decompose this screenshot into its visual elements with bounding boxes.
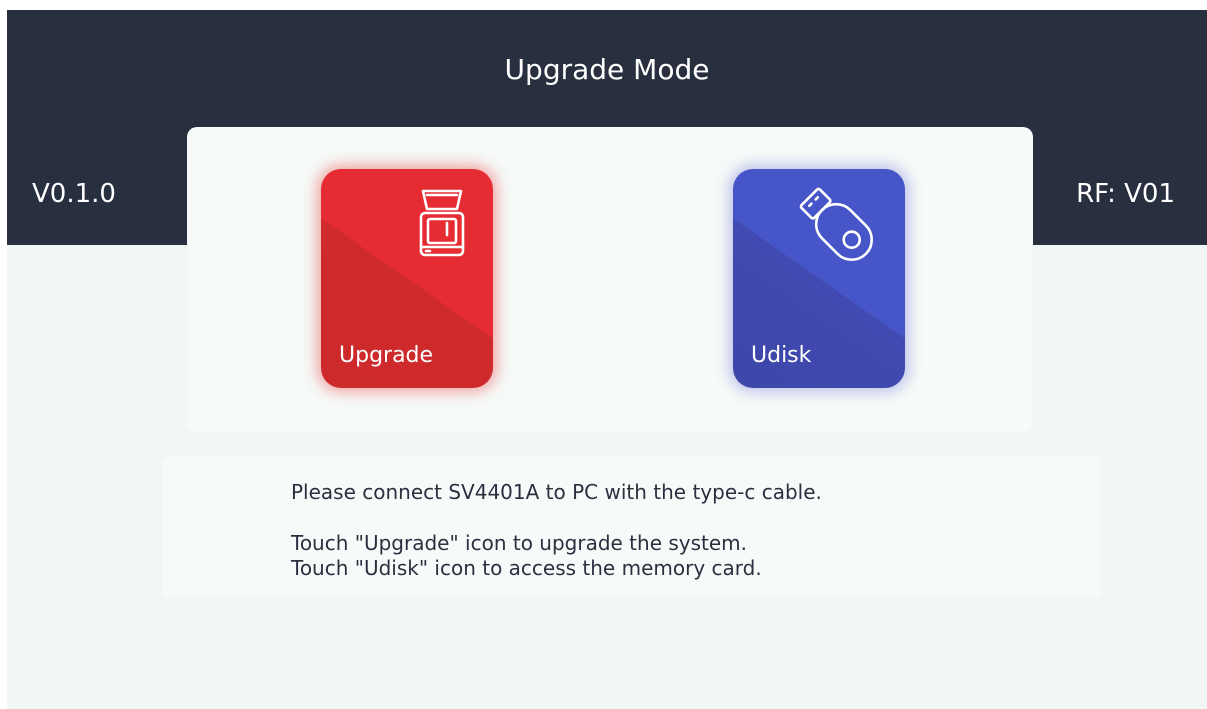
instruction-connect: Please connect SV4401A to PC with the ty… xyxy=(291,480,822,504)
instruction-upgrade: Touch "Upgrade" icon to upgrade the syst… xyxy=(291,531,748,555)
upgrade-label: Upgrade xyxy=(339,343,434,368)
rf-version: RF: V01 xyxy=(1076,179,1175,209)
usb-drive-icon xyxy=(799,187,879,271)
udisk-label: Udisk xyxy=(751,343,812,368)
upgrade-screen: Upgrade Mode V0.1.0 RF: V01 Upgrade Udis… xyxy=(7,10,1207,709)
mode-panel: Upgrade Udisk xyxy=(187,127,1033,432)
page-title: Upgrade Mode xyxy=(504,53,710,86)
firmware-version: V0.1.0 xyxy=(32,179,116,209)
udisk-button[interactable]: Udisk xyxy=(733,169,905,388)
instructions-box: Please connect SV4401A to PC with the ty… xyxy=(162,456,1101,598)
instruction-udisk: Touch "Udisk" icon to access the memory … xyxy=(291,556,762,580)
upgrade-button[interactable]: Upgrade xyxy=(321,169,493,388)
scanner-icon xyxy=(417,187,467,271)
